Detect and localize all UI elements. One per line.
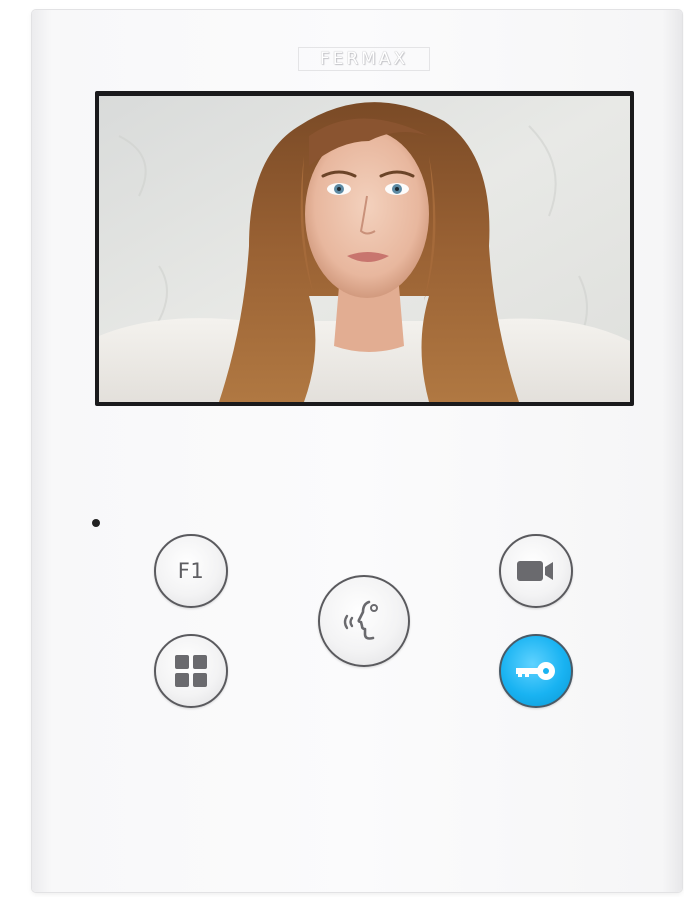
status-led bbox=[92, 519, 100, 527]
camera-icon bbox=[517, 561, 553, 581]
f1-label: F1 bbox=[177, 559, 205, 583]
menu-button[interactable] bbox=[154, 634, 228, 708]
grid-icon bbox=[175, 655, 207, 687]
talk-button[interactable] bbox=[318, 575, 410, 667]
speech-icon bbox=[343, 600, 378, 640]
video-screen bbox=[99, 96, 630, 402]
door-open-button[interactable] bbox=[499, 634, 573, 708]
key-icon bbox=[516, 662, 555, 680]
camera-button[interactable] bbox=[499, 534, 573, 608]
brand-logo-text: FERMAX bbox=[319, 49, 409, 69]
f1-button[interactable]: F1 bbox=[154, 534, 228, 608]
brand-logo: FERMAX bbox=[298, 47, 430, 71]
visitor-video-feed bbox=[99, 96, 630, 402]
